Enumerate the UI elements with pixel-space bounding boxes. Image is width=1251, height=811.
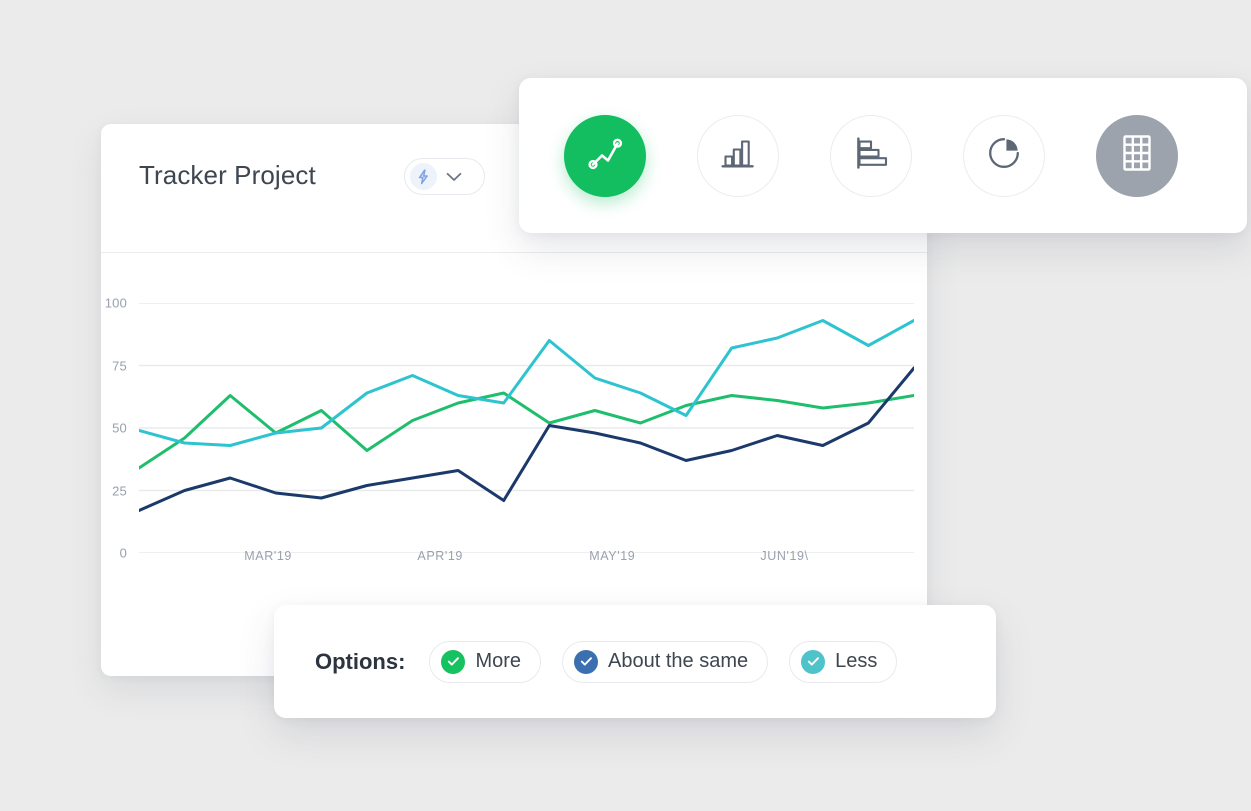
horizontal-bar-chart-icon <box>852 134 890 177</box>
chart-type-table-button[interactable] <box>1096 114 1178 197</box>
chart-type-line-button[interactable] <box>564 114 646 197</box>
chart-type-pie-button[interactable] <box>963 114 1045 197</box>
check-circle-icon <box>574 649 599 674</box>
option-chip-more[interactable]: More <box>429 640 542 683</box>
chart-gridlines <box>139 303 914 553</box>
chart-series-lines <box>139 319 914 512</box>
x-axis-tick-may: MAY'19 <box>589 549 636 563</box>
line-chart-plot: 100 75 50 25 0 MAR'19 APR'19 MAY'19 JUN'… <box>105 296 914 563</box>
option-chip-label: About the same <box>608 650 749 672</box>
option-chip-about-the-same[interactable]: About the same <box>562 640 769 683</box>
x-axis-tick-jun: JUN'19\ <box>760 549 809 563</box>
check-circle-icon <box>801 649 826 674</box>
y-axis-tick-0: 0 <box>119 545 127 561</box>
series-line-less <box>139 319 914 447</box>
pie-chart-icon <box>985 134 1023 177</box>
options-panel: Options: More About the same Less <box>274 605 996 718</box>
project-selector-dropdown[interactable] <box>404 158 485 195</box>
options-label: Options: <box>315 648 406 674</box>
option-chip-label: More <box>475 650 522 672</box>
option-chip-label: Less <box>835 650 878 672</box>
chart-svg <box>139 303 914 553</box>
y-axis-tick-75: 75 <box>112 358 127 373</box>
bar-chart-icon <box>719 134 757 177</box>
series-line-more <box>139 391 914 470</box>
y-axis-tick-25: 25 <box>112 483 127 498</box>
table-grid-icon <box>1118 132 1156 179</box>
chart-type-horizontal-bar-button[interactable] <box>830 114 912 197</box>
option-chip-less[interactable]: Less <box>789 640 898 683</box>
chart-type-toolbar <box>519 78 1247 233</box>
x-axis-tick-apr: APR'19 <box>417 549 463 563</box>
x-axis-tick-mar: MAR'19 <box>244 549 292 563</box>
lightning-bolt-icon <box>410 163 437 190</box>
line-chart-icon <box>584 132 626 179</box>
y-axis-tick-100: 100 <box>104 295 127 311</box>
chart-type-bar-button[interactable] <box>697 114 779 197</box>
chevron-down-icon <box>446 172 462 182</box>
page-title: Tracker Project <box>139 160 316 190</box>
check-circle-icon <box>441 649 466 674</box>
y-axis-tick-50: 50 <box>112 420 127 436</box>
